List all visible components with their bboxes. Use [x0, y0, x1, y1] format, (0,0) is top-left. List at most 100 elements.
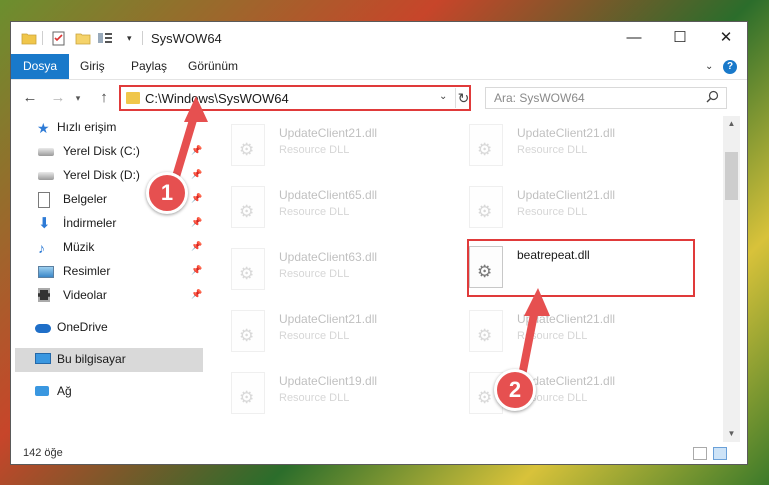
- titlebar-separator: [42, 31, 43, 45]
- step-1-badge: 1: [146, 172, 188, 214]
- file-item[interactable]: ⚙ UpdateClient63.dll Resource DLL: [227, 244, 457, 300]
- file-highlight-box: [467, 239, 695, 297]
- pin-icon[interactable]: 📌: [191, 241, 202, 252]
- close-button[interactable]: ✕: [703, 22, 749, 54]
- sidebar-item-label: Yerel Disk (D:): [63, 168, 140, 182]
- address-folder-icon: [126, 92, 140, 104]
- videos-icon: [38, 288, 50, 302]
- window-title: SysWOW64: [151, 31, 222, 46]
- sidebar-item-downloads[interactable]: ⬇ İndirmeler 📌: [11, 212, 207, 236]
- step-2-badge: 2: [494, 369, 536, 411]
- pin-icon[interactable]: 📌: [191, 193, 202, 204]
- sidebar-item-pictures[interactable]: Resimler 📌: [11, 260, 207, 284]
- sidebar-item-label: Ağ: [57, 384, 72, 398]
- help-icon[interactable]: ?: [723, 60, 737, 74]
- minimize-button[interactable]: —: [611, 22, 657, 54]
- file-type: Resource DLL: [279, 392, 350, 404]
- sidebar-item-label: Bu bilgisayar: [57, 352, 126, 366]
- navigation-pane: ★ Hızlı erişim Yerel Disk (C:) 📌 Yerel D…: [11, 116, 207, 442]
- pin-icon[interactable]: 📌: [191, 169, 202, 180]
- file-item[interactable]: ⚙ UpdateClient21.dll Resource DLL: [227, 120, 457, 176]
- scroll-up-icon[interactable]: ▲: [723, 116, 740, 132]
- sidebar-item-this-pc[interactable]: Bu bilgisayar: [15, 348, 203, 372]
- new-folder-icon[interactable]: [75, 30, 91, 46]
- quick-access-dropdown-icon[interactable]: ▾: [127, 30, 137, 46]
- dll-file-icon: ⚙: [469, 310, 503, 352]
- computer-icon: [35, 353, 51, 364]
- sidebar-item-videos[interactable]: Videolar 📌: [11, 284, 207, 308]
- file-item[interactable]: ⚙ UpdateClient19.dll Resource DLL: [227, 368, 457, 424]
- navigation-bar: ← → ▾ ↑ C:\Windows\SysWOW64 ⌄ ↻ Ara: Sys…: [11, 80, 747, 116]
- large-icons-view-icon[interactable]: [713, 447, 727, 460]
- tab-view[interactable]: Görünüm: [188, 54, 238, 79]
- gear-icon: ⚙: [239, 264, 255, 283]
- file-name: UpdateClient21.dll: [517, 126, 616, 140]
- sidebar-item-local-disk-c[interactable]: Yerel Disk (C:) 📌: [11, 140, 207, 164]
- disk-icon: [38, 172, 54, 180]
- tab-file[interactable]: Dosya: [11, 54, 69, 79]
- file-item[interactable]: ⚙ UpdateClient21.dll Resource DLL: [465, 120, 695, 176]
- file-name: UpdateClient21.dll: [279, 312, 378, 326]
- sidebar-item-onedrive[interactable]: OneDrive: [11, 316, 207, 340]
- dll-file-icon: ⚙: [231, 248, 265, 290]
- properties-icon[interactable]: [51, 30, 67, 46]
- expand-ribbon-icon[interactable]: ⌄: [705, 61, 713, 72]
- titlebar-separator: [142, 31, 143, 45]
- file-type: Resource DLL: [279, 330, 350, 342]
- details-view-icon[interactable]: [693, 447, 707, 460]
- pin-icon[interactable]: 📌: [191, 265, 202, 276]
- documents-icon: [38, 192, 50, 208]
- file-type: Resource DLL: [279, 268, 350, 280]
- star-icon: ★: [37, 120, 50, 136]
- sidebar-item-label: İndirmeler: [63, 216, 117, 230]
- scroll-thumb[interactable]: [725, 152, 738, 200]
- address-bar[interactable]: C:\Windows\SysWOW64 ⌄ ↻: [119, 85, 471, 111]
- file-type: Resource DLL: [517, 144, 588, 156]
- search-input[interactable]: Ara: SysWOW64: [485, 87, 727, 109]
- sidebar-item-label: Belgeler: [63, 192, 108, 206]
- maximize-button[interactable]: ☐: [657, 22, 703, 54]
- file-name: UpdateClient21.dll: [517, 312, 616, 326]
- tab-share[interactable]: Paylaş: [131, 54, 167, 79]
- file-type: Resource DLL: [279, 206, 350, 218]
- pictures-icon: [38, 266, 54, 278]
- up-arrow-icon[interactable]: ↑: [95, 89, 113, 107]
- sidebar-item-network[interactable]: Ağ: [11, 380, 207, 404]
- sidebar-item-quick-access[interactable]: ★ Hızlı erişim: [11, 116, 207, 140]
- file-type: Resource DLL: [517, 330, 588, 342]
- tab-home[interactable]: Giriş: [80, 54, 105, 79]
- pin-icon[interactable]: 📌: [191, 145, 202, 156]
- pin-icon[interactable]: 📌: [191, 289, 202, 300]
- downloads-icon: ⬇: [38, 215, 51, 232]
- address-dropdown-icon[interactable]: ⌄: [439, 91, 447, 102]
- recent-locations-icon[interactable]: ▾: [73, 89, 83, 107]
- explorer-window: ▾ SysWOW64 — ☐ ✕ Dosya Giriş Paylaş Görü…: [10, 21, 748, 465]
- folder-icon[interactable]: [21, 30, 37, 46]
- address-path[interactable]: C:\Windows\SysWOW64: [145, 91, 289, 106]
- cloud-icon: [35, 324, 51, 333]
- dll-file-icon: ⚙: [231, 372, 265, 414]
- dll-file-icon: ⚙: [231, 186, 265, 228]
- file-item[interactable]: ⚙ UpdateClient65.dll Resource DLL: [227, 182, 457, 238]
- file-type: Resource DLL: [517, 206, 588, 218]
- scroll-down-icon[interactable]: ▼: [723, 426, 740, 442]
- view-icon[interactable]: [97, 30, 113, 46]
- vertical-scrollbar[interactable]: ▲ ▼: [723, 116, 740, 442]
- back-arrow-icon[interactable]: ←: [21, 89, 39, 107]
- file-item[interactable]: ⚙ UpdateClient21.dll Resource DLL: [227, 306, 457, 362]
- file-name: UpdateClient21.dll: [517, 188, 616, 202]
- file-item[interactable]: ⚙ UpdateClient21.dll Resource DLL: [465, 182, 695, 238]
- gear-icon: ⚙: [477, 140, 493, 159]
- search-icon[interactable]: [706, 90, 719, 103]
- forward-arrow-icon[interactable]: →: [49, 89, 67, 107]
- refresh-icon[interactable]: ↻: [455, 88, 471, 108]
- item-count: 142 öğe: [23, 447, 63, 459]
- gear-icon: ⚙: [239, 140, 255, 159]
- pin-icon[interactable]: 📌: [191, 217, 202, 228]
- file-item[interactable]: ⚙ UpdateClient21.dll Resource DLL: [465, 306, 695, 362]
- sidebar-item-label: Videolar: [63, 288, 107, 302]
- sidebar-item-music[interactable]: ♪ Müzik 📌: [11, 236, 207, 260]
- sidebar-item-label: Yerel Disk (C:): [63, 144, 140, 158]
- dll-file-icon: ⚙: [469, 124, 503, 166]
- disk-icon: [38, 148, 54, 156]
